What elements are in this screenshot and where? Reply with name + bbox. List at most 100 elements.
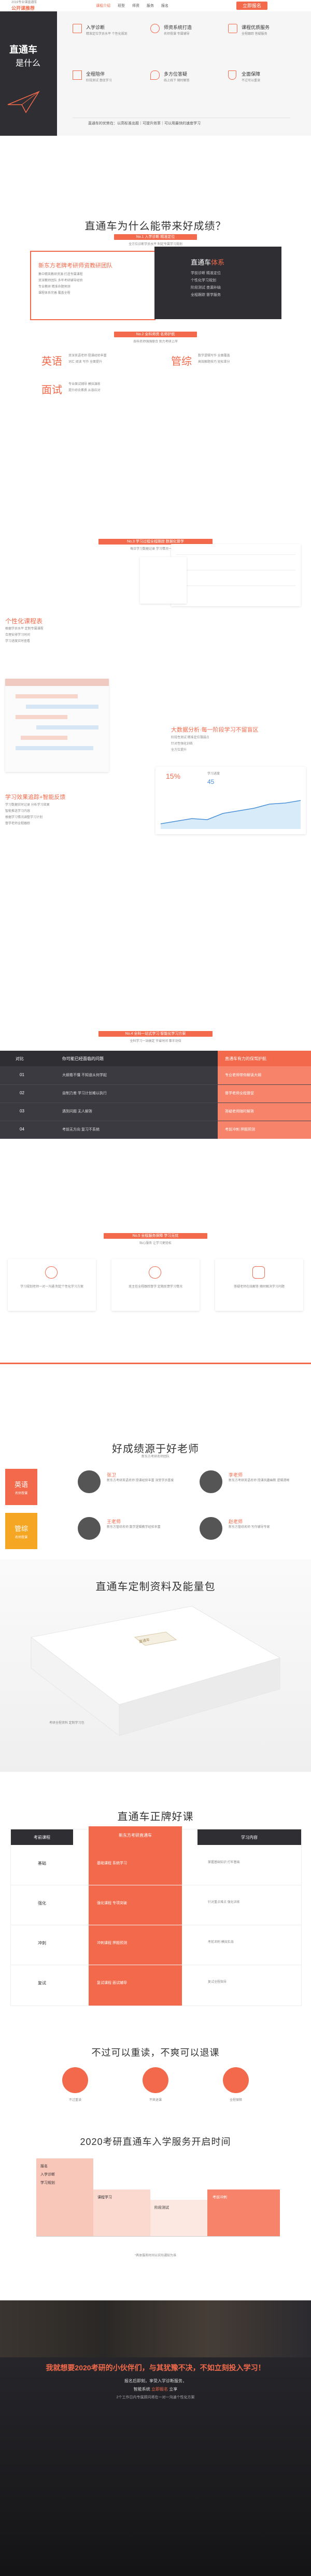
hero-feature-item: 全程陪伴 阶段测试 督促学习 [73,67,145,104]
courses-header-cell: 考前课程 [34,1835,50,1840]
refund-icon [143,2067,168,2093]
feature-desc: 精准定位学员水平 个性化规划 [86,33,128,36]
nav-item-signup[interactable]: 报名 [161,3,168,8]
chart-value: 45 [207,778,215,785]
avatar [200,1517,222,1540]
subject-line: 词汇 阅读 写作 全面提升 [68,361,103,364]
teacher-desc: 新东方管综名师 数学逻辑教学经验丰富 [107,1526,161,1529]
nav-item-teacher[interactable]: 师资 [132,3,139,8]
timeline-stage: 报名 [40,2165,48,2168]
service-icon [228,24,237,33]
timeline-bar: 报名 入学诊断 学习规划 课程学习 阶段测试 考前冲刺 [36,2158,280,2252]
clipboard-icon [73,24,82,33]
footer-line2-prefix: 智能系统 [133,2387,150,2392]
feature-title: 师资系统打造 [164,25,192,30]
study-block-line: 督学老师全程跟踪 [5,822,31,825]
compare-header: 对比 你可能已经面临的问题 直通车有力的保驾护航 [0,1051,311,1066]
footer-photo-strip [0,2300,311,2357]
schedule-bar [36,725,98,729]
schedule-bar [26,705,98,709]
study-block-line: 智能推送学习内容 [5,810,31,813]
header-nav: 课程介绍 班型 师资 服务 报名 [96,3,168,8]
chart-percent: 15% [166,772,181,780]
why-dark-line: 学前诊断 精准定位 [191,271,221,275]
row-problem: 大纲看不懂 不知道从何学起 [62,1074,107,1077]
guarantee-label: 全程保障 [229,2099,242,2102]
paper-plane-icon [7,91,40,113]
table-row: 冲刺 冲刺课程 押题预测 考前冲刺 模拟实战 [11,1925,301,1965]
subject-name: 管综 [171,356,192,367]
service-card: 答疑老师在线解答 随时解决学习问题 [215,1259,303,1311]
teacher-card: 张卫 新东方考研英语名师 授课经验丰富 深受学员喜爱 [78,1470,181,1507]
hero-feature-item: 入学诊断 精准定位学员水平 个性化规划 [73,21,145,57]
why-left-line: 资深教师团队 多年考研辅导经验 [38,279,83,282]
timeline-note: *具体服务时间以实际通知为准 [134,2254,177,2257]
subjects-sub: 各科名师强强联合 助力考研上岸 [133,340,178,344]
hero-section: 直通车 是什么 入学诊断 精准定位学员水平 个性化规划 师资系统打造 名师授课 … [0,11,311,136]
compare-header-cell: 对比 [16,1056,24,1061]
why-left-title: 新东方老牌考研师资教研团队 [38,263,112,269]
row-problem: 考前无方向 复习不系统 [62,1128,100,1132]
feature-title: 课程优质服务 [242,25,270,30]
subject-line: 提升综合素质 从容应对 [68,389,101,392]
study-block-1: 个性化课程表 根据学员水平 定制专属课程 合理安排学习时间 学习进度实时查看 [0,617,119,658]
courses-header-mid: 新东方考研直通车 [89,1826,182,1845]
top-header: 2019专业课直通车 公开课推荐 课程介绍 班型 师资 服务 报名 立即报名 [0,0,311,12]
subject-name: 英语 [41,356,62,367]
package-section: 直通车定制资料及能量包 直通车 考研全程资料 定制学习包 [0,1559,311,1772]
footer-signup-link[interactable]: 立即报名 [151,2387,168,2392]
course-row-key: 基础 [38,1861,46,1866]
chart-label: 学习进度 [207,772,220,776]
timeline-section: 2020考研直通车入学服务开启时间 报名 入学诊断 学习规划 课程学习 阶段测试… [0,2135,311,2274]
hero-logo-text: 直通车 [9,45,37,55]
course-row-right: 掌握基础知识 打牢基础 [208,1861,240,1864]
study-section: No.3 学习过程全程跟踪 数据化督学 每日学习数据记录 学习情况一目了然 个性… [0,539,311,1026]
why-title: 直通车为什么能带来好成绩？ [84,221,227,232]
nav-item-service[interactable]: 服务 [147,3,154,8]
subject-english: 英语 资深英语老师 授课经验丰富 词汇 阅读 写作 全面提升 [41,351,145,371]
service-sub: 贴心服务 让学习更轻松 [139,1242,172,1245]
courses-header-left: 考前课程 [11,1829,73,1845]
nav-item-intro[interactable]: 课程介绍 [96,3,110,8]
hero-feature-item: 课程优质服务 全程跟踪 答疑服务 [228,21,301,57]
schedule-bar [16,746,93,750]
why-dark-line: 阶段测试 查漏补缺 [191,286,221,290]
why-dark-line: 全程跟踪 督学服务 [191,293,221,297]
schedule-bar [16,694,78,698]
study-block-line: 学习数据实时记录 分析学习效果 [5,804,50,807]
why-dark-card: 直通车体系 学前诊断 精准定位 个性化学习规划 阶段测试 查漏补缺 全程跟踪 督… [154,247,281,319]
calendar-screenshot-2 [140,557,187,604]
refresh-icon [62,2067,88,2093]
why-section: 直通车为什么能带来好成绩？ No.1 入学诊断 精准定位 全方位诊断学员水平 制… [0,136,311,405]
timeline-stage: 考前冲刺 [213,2196,227,2199]
header-cta-button[interactable]: 立即报名 [236,2,267,10]
teacher-name: 李老师 [229,1472,243,1478]
calendar-line [176,585,295,586]
study-block-2: 大数据分析·每一阶段学习不留盲区 阶段性测试 精准定位薄弱点 针对性强化训练 全… [171,725,306,767]
table-row: 02 自制力差 学习计划难以执行 督学老师全程督促 [0,1084,311,1103]
why-tag-2: No.2 全科师资 名师护航 [114,332,197,337]
group-name: 管综 [14,1525,28,1533]
nav-item-class[interactable]: 班型 [118,3,125,8]
course-row-right: 考前冲刺 模拟实战 [208,1941,234,1944]
row-solution: 答疑老师随时解答 [225,1110,254,1113]
user-icon [45,1266,58,1279]
schedule-header-bar [5,679,109,686]
service-card-text: 答疑老师在线解答 随时解决学习问题 [234,1285,285,1289]
teacher-name: 王老师 [107,1519,121,1524]
compare-sub: 全科学习一站搞定 节省时间 事半功倍 [130,1040,181,1043]
feature-title: 入学诊断 [86,25,105,30]
subject-line: 数学逻辑写作 全面覆盖 [198,354,230,357]
why-dark-title-main: 直通车 [191,259,211,266]
study-block-title: 学习效果追踪+智能反馈 [5,794,66,800]
study-block-title: 个性化课程表 [5,618,43,625]
guarantee-item: 全程保障 [213,2067,259,2124]
guarantee-label: 不过重读 [68,2099,81,2102]
header-brand[interactable]: 公开课推荐 [11,5,35,11]
study-block-3: 学习效果追踪+智能反馈 学习数据实时记录 分析学习效果 智能推送学习内容 根据学… [0,793,135,845]
feature-title: 全面保障 [242,71,261,77]
feature-desc: 名师授课 专属辅导 [164,33,190,36]
why-dark-title-accent: 体系 [211,259,225,266]
course-row-right: 针对重点难点 强化训练 [208,1901,240,1904]
service-card-text: 班主任全程跟踪督学 定期反馈学习情况 [129,1285,182,1289]
